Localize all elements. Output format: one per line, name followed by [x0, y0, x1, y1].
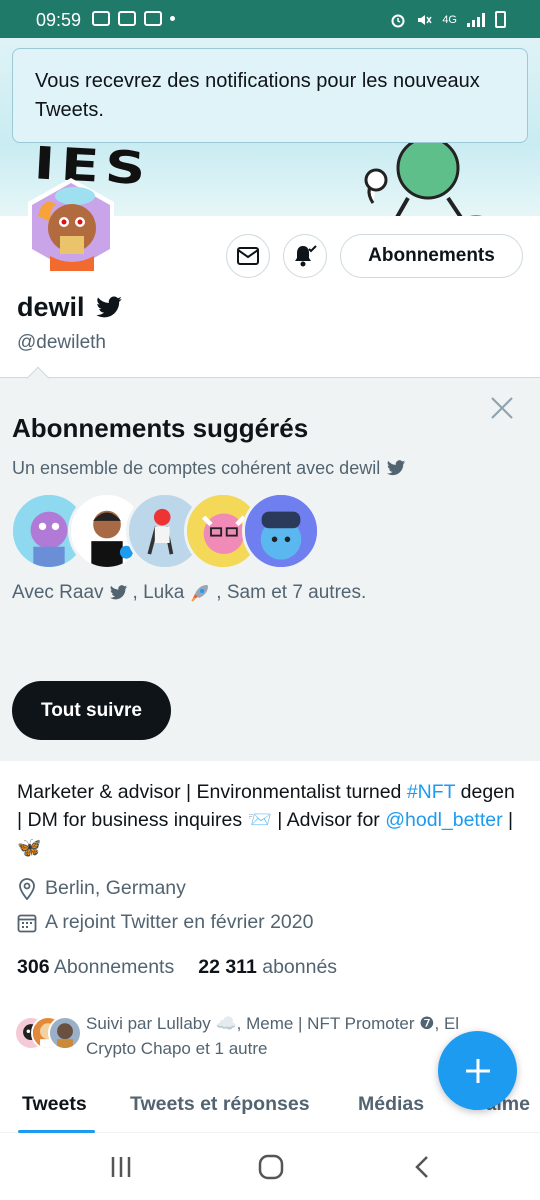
suggested-with-middle: , Luka — [132, 582, 185, 603]
location-pin-icon — [19, 877, 35, 900]
notifications-bell-button[interactable] — [283, 234, 327, 278]
signal-icon — [467, 12, 485, 27]
location-text: Berlin, Germany — [45, 877, 186, 899]
status-system-icons: 4G — [390, 11, 506, 28]
more-dot-icon — [170, 16, 175, 21]
back-icon[interactable] — [408, 1152, 438, 1182]
mute-icon — [418, 14, 432, 25]
record-icon — [118, 11, 136, 26]
tab-tweets-replies[interactable]: Tweets et réponses — [130, 1093, 310, 1116]
alarm-icon — [391, 14, 405, 27]
android-navigation-bar — [0, 1134, 540, 1200]
message-button[interactable] — [226, 234, 270, 278]
suggested-with-suffix: , Sam et 7 autres. — [216, 582, 367, 603]
profile-name-text: dewil — [17, 292, 85, 322]
followers-label: abonnés — [262, 956, 338, 978]
network-type: 4G — [442, 13, 457, 26]
home-icon[interactable] — [256, 1152, 286, 1182]
suggested-follows-panel: Abonnements suggérés Un ensemble de comp… — [0, 366, 540, 761]
profile-join-date: A rejoint Twitter en février 2020 — [17, 911, 313, 934]
profile-handle: @dewileth — [17, 332, 106, 353]
twitter-bird-icon — [387, 460, 406, 476]
bio-hashtag-link[interactable]: #NFT — [407, 781, 455, 803]
rocket-icon — [191, 585, 209, 602]
profile-location: Berlin, Germany — [17, 877, 186, 900]
banner-character-illustration — [364, 138, 483, 216]
bio-text-1: Marketer & advisor | Environmentalist tu… — [17, 781, 407, 803]
suggested-follows-title: Abonnements suggérés — [12, 413, 309, 443]
followers-count-link[interactable]: 22 311 abonnés — [198, 956, 337, 979]
following-label: Abonnements — [53, 956, 175, 978]
suggested-follows-subtitle: Un ensemble de comptes cohérent avec dew… — [12, 458, 406, 479]
close-icon[interactable] — [489, 395, 515, 421]
bio-text-3: | Advisor for — [271, 809, 386, 831]
followers-count: 22 311 — [198, 956, 257, 978]
notification-app-icon — [92, 11, 110, 26]
battery-icon — [495, 11, 506, 28]
tab-tweets[interactable]: Tweets — [22, 1093, 87, 1116]
bell-check-icon — [295, 245, 317, 267]
following-button[interactable]: Abonnements — [340, 234, 523, 278]
envelope-emoji: 📨 — [247, 809, 272, 831]
suggested-with-text: Avec Raav , Luka , Sam et 7 autres. — [12, 582, 366, 604]
notification-toast[interactable]: Vous recevrez des notifications pour les… — [12, 48, 528, 143]
profile-name: dewil — [17, 292, 123, 323]
plus-icon — [465, 1058, 490, 1083]
active-tab-indicator — [18, 1130, 95, 1133]
suggested-with-prefix: Avec Raav — [12, 582, 104, 603]
status-time: 09:59 — [36, 10, 82, 30]
following-count: 306 — [17, 956, 50, 978]
suggested-follows-subtitle-text: Un ensemble de comptes cohérent avec dew… — [12, 458, 381, 478]
youtube-icon — [144, 11, 162, 26]
tab-media[interactable]: Médias — [358, 1093, 424, 1116]
twitter-bird-icon — [109, 585, 127, 600]
bio-text-4: | — [502, 809, 514, 831]
follower-avatar — [48, 1016, 82, 1050]
calendar-icon — [17, 914, 37, 932]
recent-apps-icon[interactable] — [106, 1152, 136, 1182]
profile-avatar[interactable] — [20, 176, 122, 278]
profile-bio: Marketer & advisor | Environmentalist tu… — [17, 778, 517, 862]
status-notification-icons — [92, 11, 175, 26]
envelope-icon — [237, 247, 259, 265]
followed-by-row[interactable]: Suivi par Lullaby ☁️, Meme | NFT Promote… — [14, 1011, 514, 1061]
bio-mention-link[interactable]: @hodl_better — [385, 809, 502, 831]
follow-all-button[interactable]: Tout suivre — [12, 681, 171, 740]
following-count-link[interactable]: 306 Abonnements — [17, 956, 174, 979]
compose-tweet-button[interactable] — [438, 1031, 517, 1110]
status-bar: 09:59 4G — [0, 0, 540, 38]
suggested-avatars-stack[interactable] — [10, 492, 320, 572]
butterfly-emoji: 🦋 — [17, 837, 42, 859]
follow-counts: 306 Abonnements 22 311 abonnés — [17, 956, 337, 979]
panel-pointer — [26, 366, 50, 390]
twitter-bird-icon — [95, 295, 122, 317]
join-date-text: A rejoint Twitter en février 2020 — [45, 911, 314, 933]
suggested-avatar[interactable] — [242, 492, 320, 570]
